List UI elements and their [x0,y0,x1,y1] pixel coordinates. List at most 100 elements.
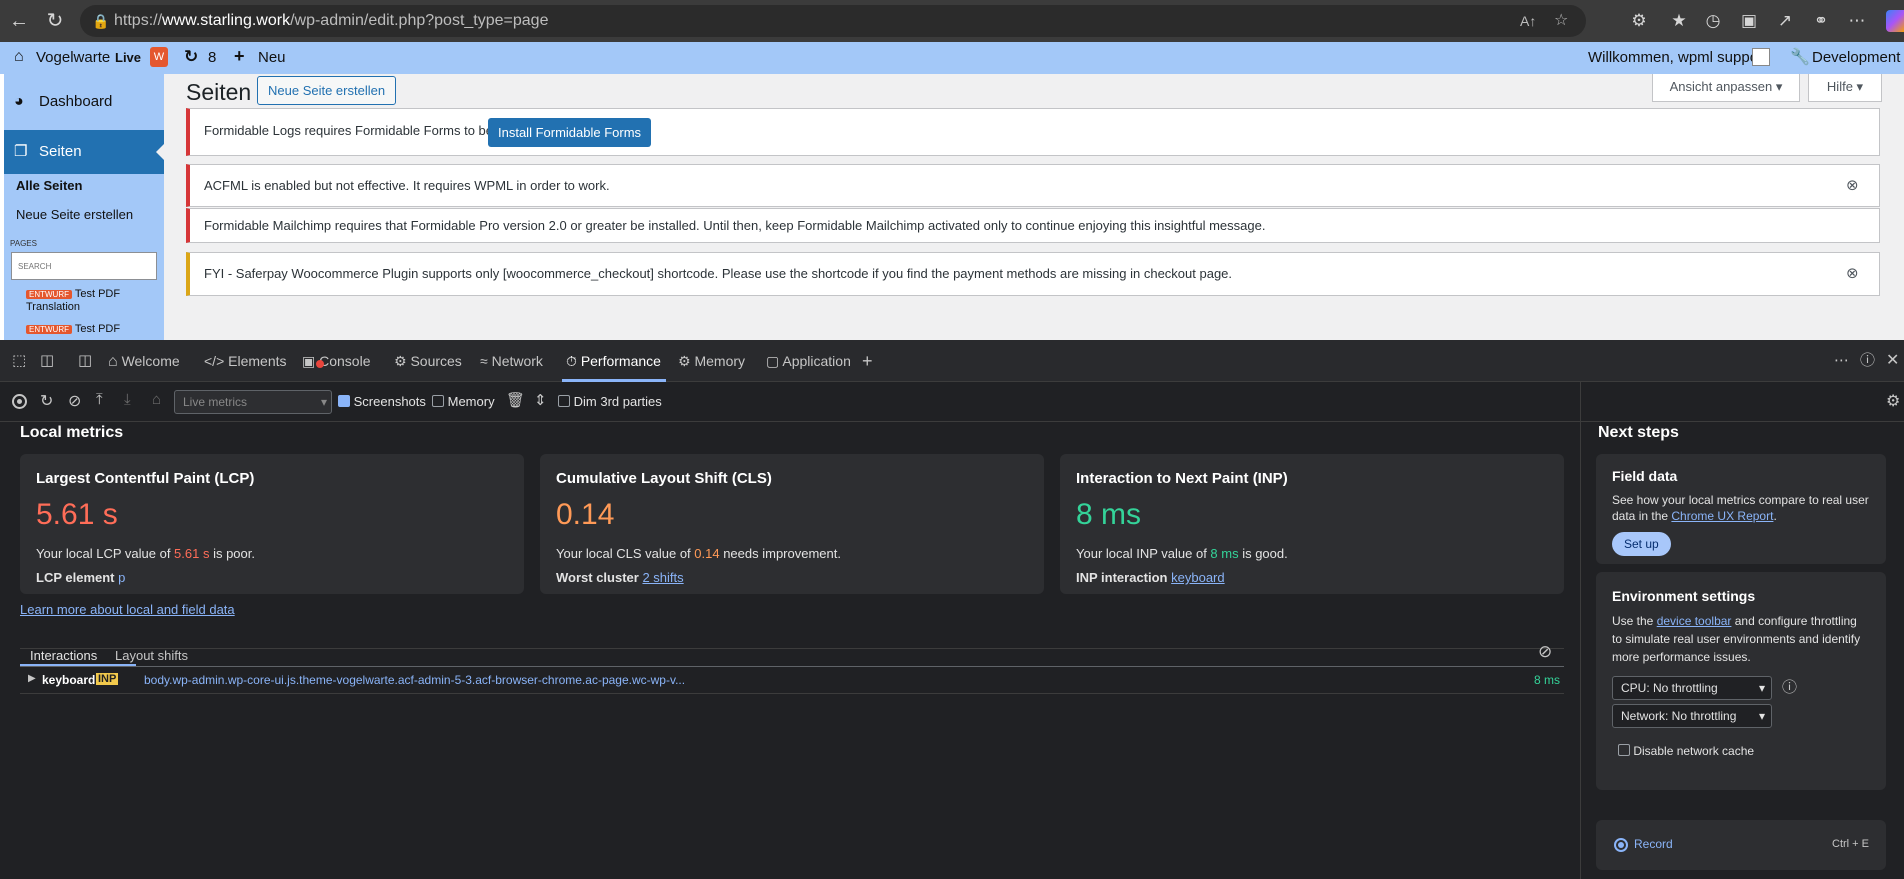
dock-icon[interactable]: ◫ [78,340,92,382]
inspect-icon[interactable]: ⬚ [12,340,26,382]
back-icon[interactable]: ← [8,10,30,32]
page-title: Seiten [186,79,252,105]
pages-search-input[interactable] [11,252,157,280]
record-shortcut: Ctrl + E [1832,838,1869,850]
setup-button[interactable]: Set up [1612,532,1671,556]
favorite-icon[interactable]: ☆ [1554,5,1568,37]
site-name-link[interactable]: Vogelwarte [36,49,110,66]
plugin-logo-icon[interactable]: W [150,47,168,67]
help-icon[interactable]: ⓘ [1860,340,1875,382]
inp-interaction-link[interactable]: keyboard [1171,570,1224,585]
table-row[interactable]: ▶ keyboard INP body.wp-admin.wp-core-ui.… [20,668,1564,694]
sidebar-item-dashboard[interactable]: ◕ Dashboard [4,80,164,124]
memory-checkbox[interactable]: Memory [432,394,495,409]
screenshot-icon[interactable]: ▣ [1738,10,1760,32]
tab-performance[interactable]: ⏱ Performance [566,340,661,382]
updates-icon[interactable]: ↻ [184,47,198,67]
settings-icon[interactable]: ⚙ [1886,391,1900,411]
record-label[interactable]: Record [1634,837,1673,851]
sidebar-item-pages[interactable]: ❐ Seiten [4,130,164,174]
interaction-time: 8 ms [1534,673,1561,687]
reload-record-icon[interactable]: ↻ [40,391,53,411]
expand-icon[interactable]: ▶ [28,673,36,684]
new-content-link[interactable]: Neu [258,49,286,66]
tab-welcome[interactable]: ⌂ Welcome [108,340,180,382]
dismiss-icon[interactable]: ⊗ [1846,253,1859,295]
lcp-value: 5.61 s [36,498,118,531]
interaction-target-link[interactable]: body.wp-admin.wp-core-ui.js.theme-vogelw… [144,673,685,687]
trash-icon[interactable]: 🗑 [506,391,525,409]
tab-network[interactable]: ≈ Network [480,340,543,382]
device-toolbar-link[interactable]: device toolbar [1657,614,1732,628]
plus-icon[interactable]: + [234,46,245,67]
active-arrow [156,144,164,160]
cpu-throttling-select[interactable]: CPU: No throttling ▾ [1612,676,1772,700]
avatar[interactable] [1752,48,1770,66]
tab-interactions[interactable]: Interactions [30,648,97,663]
page-title-link: Test PDF [74,323,121,335]
tab-elements[interactable]: </> Elements [204,340,287,382]
submenu-new-page[interactable]: Neue Seite erstellen [16,207,133,222]
more-icon[interactable]: ⋯ [1834,340,1849,382]
tab-application[interactable]: ▢ Application [766,340,851,382]
live-label[interactable]: Live [115,50,141,65]
clear-icon[interactable]: ⊘ [68,391,81,411]
lcp-element-link[interactable]: p [118,570,125,585]
record-card[interactable]: Record Ctrl + E [1596,820,1886,870]
network-throttling-select[interactable]: Network: No throttling ▾ [1612,704,1772,728]
screen-options-button[interactable]: Ansicht anpassen ▾ [1652,74,1800,102]
device-toolbar-icon[interactable]: ◫ [40,340,54,382]
screenshots-checkbox[interactable]: Screenshots [338,394,426,409]
list-item[interactable]: ENTWURF Test PDF [26,323,120,335]
add-tab-icon[interactable]: + [862,340,873,382]
tab-layout-shifts[interactable]: Layout shifts [115,648,188,663]
install-formidable-button[interactable]: Install Formidable Forms [488,118,652,147]
help-button[interactable]: Hilfe ▾ [1808,74,1882,102]
chrome-ux-report-link[interactable]: Chrome UX Report [1671,509,1773,523]
clear-log-icon[interactable]: ⊘ [1538,642,1552,662]
download-icon[interactable]: ⤓ [124,391,131,408]
disable-cache-checkbox[interactable]: Disable network cache [1618,744,1754,758]
learn-more-link[interactable]: Learn more about local and field data [20,602,235,617]
lcp-description: Your local LCP value of 5.61 s is poor. [36,546,255,561]
address-bar[interactable]: 🔒 https://www.starling.work/wp-admin/edi… [80,5,1586,37]
record-icon[interactable] [12,394,27,409]
copilot-icon[interactable]: ⚭ [1810,10,1832,32]
dim-third-parties-checkbox[interactable]: Dim 3rd parties [558,394,662,409]
upload-icon[interactable]: ⤒ [96,391,103,408]
extensions-icon[interactable]: ⚙ [1628,10,1650,32]
wrench-icon: 🔧 [1790,49,1810,66]
home-icon[interactable]: ⌂ [14,48,24,66]
devtools-tab-bar: ⬚ ◫ ◫ ⌂ Welcome </> Elements ▣ Console ⚙… [0,340,1904,382]
tab-console[interactable]: ▣ Console [302,340,371,382]
home-icon[interactable]: ⌂ [152,391,161,408]
add-new-page-button[interactable]: Neue Seite erstellen [257,76,397,105]
history-icon[interactable]: ◷ [1702,10,1724,32]
collect-garbage-icon[interactable]: ⇕ [534,391,547,409]
worst-cluster-link[interactable]: 2 shifts [642,570,683,585]
more-icon[interactable]: ⋯ [1846,10,1868,32]
session-select[interactable]: Live metrics ▾ [174,390,332,414]
updates-count[interactable]: 8 [208,49,216,66]
notice-text: ACFML is enabled but not effective. It r… [204,178,610,193]
close-icon[interactable]: ✕ [1886,340,1899,382]
favorites-icon[interactable]: ★ [1668,10,1690,32]
notice-text: FYI - Saferpay Woocommerce Plugin suppor… [204,266,1233,281]
performance-toolbar: ↻ ⊘ ⤒ ⤓ ⌂ Live metrics ▾ Screenshots Memo… [0,382,1904,422]
list-item[interactable]: ENTWURF Test PDF Translation [26,288,120,314]
record-icon[interactable] [1614,838,1628,852]
draft-badge: ENTWURF [26,290,72,299]
dismiss-icon[interactable]: ⊗ [1846,165,1859,206]
info-icon[interactable]: ⓘ [1782,676,1797,697]
cls-value: 0.14 [556,498,615,531]
pages-icon: ❐ [14,143,28,160]
copilot-logo-icon[interactable] [1886,10,1904,32]
environment-label[interactable]: Development [1812,49,1900,66]
submenu-all-pages[interactable]: Alle Seiten [16,178,82,193]
tab-sources[interactable]: ⚙ Sources [394,340,462,382]
reload-icon[interactable]: ↻ [44,10,66,32]
read-aloud-icon[interactable]: A↑ [1520,5,1536,37]
tab-memory[interactable]: ⚙ Memory [678,340,745,382]
share-icon[interactable]: ↗ [1774,10,1796,32]
welcome-user-link[interactable]: Willkommen, wpml support [1588,49,1767,66]
